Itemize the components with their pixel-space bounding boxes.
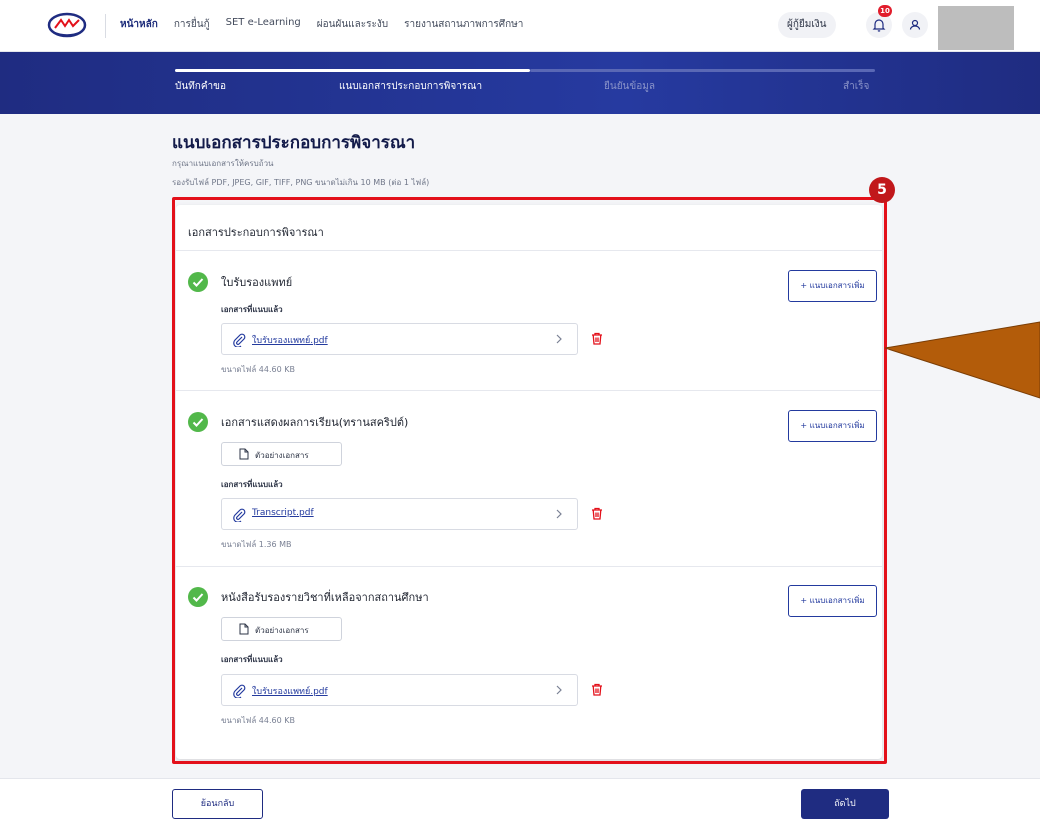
notification-count-badge: 10 <box>878 5 892 17</box>
step-record-request: บันทึกคำขอ <box>175 81 226 92</box>
back-button[interactable]: ย้อนกลับ <box>172 789 263 819</box>
callout-arrow-icon <box>885 321 1040 399</box>
progress-stepper <box>0 52 1040 114</box>
nav-link-set-elearning[interactable]: SET e-Learning <box>226 17 301 32</box>
accepted-formats-note: รองรับไฟล์ PDF, JPEG, GIF, TIFF, PNG ขนา… <box>172 178 430 187</box>
nav-link-loan-application[interactable]: การยื่นกู้ <box>174 17 210 32</box>
user-name-redacted <box>938 6 1014 50</box>
kyslf-logo-icon[interactable] <box>47 12 87 38</box>
page-hint: กรุณาแนบเอกสารให้ครบถ้วน <box>172 159 274 168</box>
step-done: สำเร็จ <box>843 81 870 92</box>
next-button[interactable]: ถัดไป <box>801 789 889 819</box>
highlight-frame <box>172 197 887 764</box>
nav-link-deferment[interactable]: ผ่อนผันและระงับ <box>317 17 388 32</box>
stepper-progress-remaining <box>530 69 875 72</box>
page-title: แนบเอกสารประกอบการพิจารณา <box>172 133 416 153</box>
nav-link-education-status[interactable]: รายงานสถานภาพการศึกษา <box>404 17 523 32</box>
user-icon <box>909 19 921 30</box>
main-menu: หน้าหลัก การยื่นกู้ SET e-Learning ผ่อนผ… <box>120 17 523 32</box>
user-role-chip[interactable]: ผู้กู้ยืมเงิน <box>778 12 836 38</box>
step-number-marker: 5 <box>869 177 895 203</box>
nav-divider <box>105 14 106 38</box>
step-attach-documents: แนบเอกสารประกอบการพิจารณา <box>339 81 483 92</box>
top-navbar: หน้าหลัก การยื่นกู้ SET e-Learning ผ่อนผ… <box>0 0 1040 52</box>
profile-button[interactable] <box>902 12 928 38</box>
step-confirm-data: ยืนยันข้อมูล <box>604 81 655 92</box>
nav-link-home[interactable]: หน้าหลัก <box>120 17 158 32</box>
stepper-progress-done <box>175 69 530 72</box>
